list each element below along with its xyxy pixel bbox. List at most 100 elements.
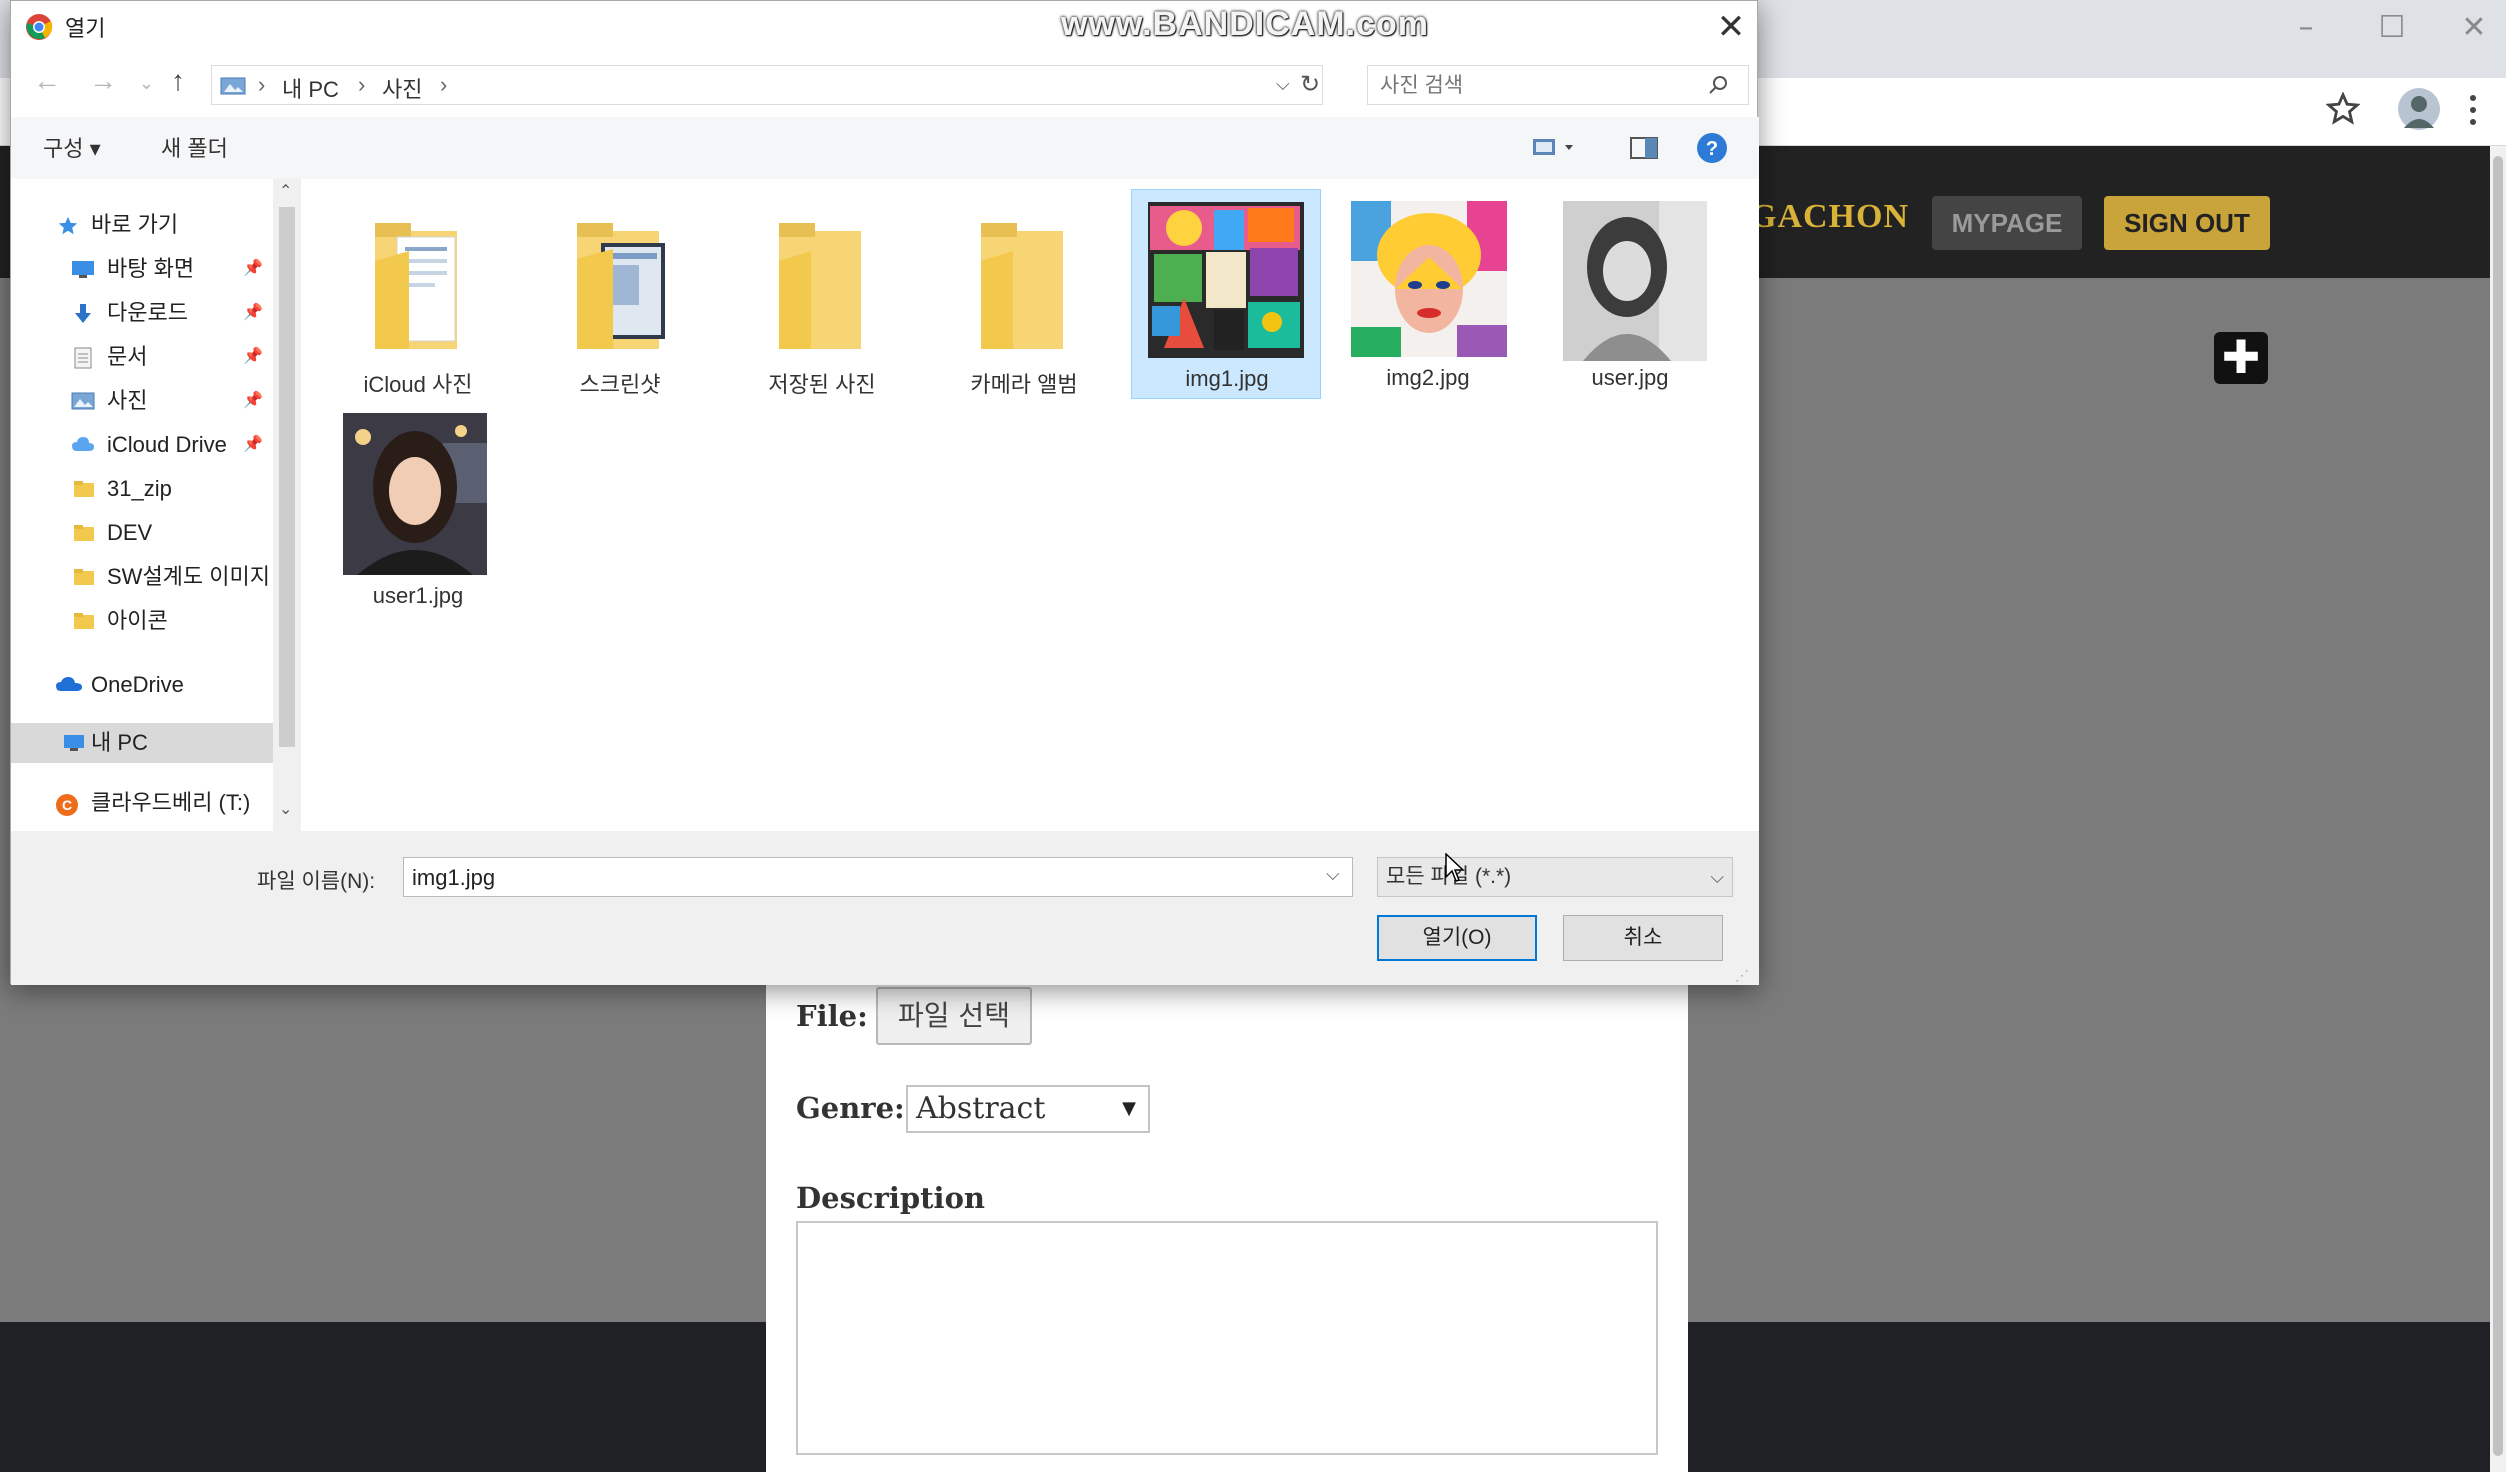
file-list: iCloud 사진 스크린샷 저장된 사진 카메라 앨범 img1.jpg im…	[301, 179, 1759, 831]
new-folder-button[interactable]: 새 폴더	[161, 131, 228, 163]
recent-locations-icon[interactable]: ⌄	[139, 73, 154, 94]
up-arrow-icon[interactable]: ↑	[171, 65, 185, 97]
maximize-window-button[interactable]: ☐	[2362, 8, 2422, 48]
file-item-user1[interactable]: user1.jpg	[323, 407, 513, 617]
genre-selected-value: Abstract	[916, 1091, 1046, 1126]
file-item-img1[interactable]: img1.jpg	[1131, 189, 1321, 399]
pictures-icon	[71, 391, 95, 411]
command-bar: 구성 ▾ 새 폴더 ?	[11, 117, 1759, 179]
nav-item-cloudberry-drive[interactable]: C 클라우드베리 (T:)	[11, 783, 273, 823]
file-name: iCloud 사진	[363, 372, 473, 397]
view-options-icon[interactable]	[1531, 135, 1579, 161]
file-item-user[interactable]: user.jpg	[1535, 189, 1725, 399]
minimize-window-button[interactable]: –	[2276, 8, 2336, 48]
dialog-footer: 파일 이름(N): ⌵ 모든 파일 (*.*) ⌵ 열기(O) 취소 ⋰	[11, 831, 1759, 985]
resize-grip-icon[interactable]: ⋰	[1735, 967, 1749, 984]
preview-pane-icon[interactable]	[1629, 135, 1659, 161]
refresh-icon[interactable]: ↻	[1300, 70, 1320, 99]
description-label: Description	[796, 1181, 985, 1215]
nav-pane-scrollbar[interactable]: ⌃ ⌄	[273, 179, 301, 831]
breadcrumb-pictures[interactable]: 사진	[382, 72, 422, 104]
desktop-icon	[71, 259, 94, 279]
nav-item-icons-folder[interactable]: 아이콘	[11, 601, 273, 641]
nav-item-quick-access[interactable]: 바로 가기	[11, 205, 273, 245]
nav-item-this-pc[interactable]: 내 PC	[11, 723, 273, 763]
add-artwork-button[interactable]: ✚	[2214, 332, 2268, 384]
chevron-down-icon[interactable]: ⌵	[1326, 864, 1340, 885]
file-name: user.jpg	[1591, 365, 1669, 390]
dropdown-arrow-icon: ▼	[1122, 1098, 1136, 1119]
nav-item-sw-design[interactable]: SW설계도 이미지	[11, 557, 273, 597]
genre-label: Genre:	[796, 1091, 905, 1125]
nav-item-label: 아이콘	[107, 608, 168, 633]
mypage-button[interactable]: MYPAGE	[1932, 196, 2082, 250]
nav-item-documents[interactable]: 문서 📌	[11, 337, 273, 377]
forward-arrow-icon[interactable]: →	[89, 65, 117, 97]
search-input[interactable]	[1378, 70, 1692, 102]
document-icon	[73, 347, 93, 369]
filename-input[interactable]	[410, 862, 1294, 894]
address-bar[interactable]: › 내 PC › 사진 › ⌵ ↻	[211, 65, 1323, 105]
folder-icon	[753, 201, 891, 359]
nav-item-label: 사진	[107, 388, 148, 413]
help-icon[interactable]: ?	[1695, 131, 1729, 165]
folder-icon	[73, 523, 94, 543]
dialog-close-button[interactable]: ✕	[1711, 7, 1751, 47]
organize-menu[interactable]: 구성 ▾	[43, 131, 101, 163]
nav-item-label: DEV	[107, 520, 153, 545]
bookmark-star-icon[interactable]	[2326, 92, 2360, 126]
file-name: 카메라 앨범	[970, 372, 1078, 397]
folder-docs-icon	[551, 201, 689, 359]
nav-item-label: 다운로드	[107, 300, 188, 325]
file-item-screenshots[interactable]: 스크린샷	[525, 191, 715, 401]
sign-out-button[interactable]: SIGN OUT	[2104, 196, 2270, 250]
address-dropdown-icon[interactable]: ⌵	[1276, 74, 1290, 95]
pin-icon: 📌	[243, 436, 263, 453]
nav-item-dev[interactable]: DEV	[11, 513, 273, 553]
page-scrollbar[interactable]	[2490, 146, 2506, 1472]
filename-combobox[interactable]: ⌵	[403, 857, 1353, 897]
search-box[interactable]	[1367, 65, 1749, 105]
open-button[interactable]: 열기(O)	[1377, 915, 1537, 961]
image-thumbnail	[1349, 197, 1509, 361]
nav-item-pictures[interactable]: 사진 📌	[11, 381, 273, 421]
file-item-camera-roll[interactable]: 카메라 앨범	[929, 191, 1119, 401]
cancel-button[interactable]: 취소	[1563, 915, 1723, 961]
folder-icon	[349, 201, 487, 359]
close-window-button[interactable]: ✕	[2444, 8, 2504, 48]
nav-item-label: iCloud Drive	[107, 432, 227, 457]
file-name: 저장된 사진	[768, 372, 876, 397]
description-textarea[interactable]	[796, 1221, 1658, 1455]
choose-file-button[interactable]: 파일 선택	[876, 987, 1032, 1045]
file-label: File:	[796, 999, 868, 1033]
image-thumbnail	[343, 413, 487, 575]
pictures-location-icon	[220, 76, 246, 96]
scroll-down-icon[interactable]: ⌄	[279, 799, 292, 819]
file-item-icloud-photos[interactable]: iCloud 사진	[323, 191, 513, 401]
nav-item-31-zip[interactable]: 31_zip	[11, 469, 273, 509]
download-icon	[73, 303, 93, 323]
nav-item-icloud-drive[interactable]: iCloud Drive 📌	[11, 425, 273, 465]
nav-item-desktop[interactable]: 바탕 화면 📌	[11, 249, 273, 289]
pin-icon: 📌	[243, 348, 263, 365]
file-name: img2.jpg	[1386, 365, 1470, 390]
site-brand[interactable]: GACHON	[1750, 198, 1909, 236]
file-item-saved-photos[interactable]: 저장된 사진	[727, 191, 917, 401]
back-arrow-icon[interactable]: ←	[33, 65, 61, 97]
nav-item-onedrive[interactable]: OneDrive	[11, 665, 273, 705]
nav-item-label: 문서	[107, 344, 148, 369]
genre-select[interactable]: Abstract ▼	[906, 1085, 1150, 1133]
file-item-img2[interactable]: img2.jpg	[1333, 189, 1523, 399]
drive-icon: C	[55, 793, 78, 816]
profile-avatar[interactable]	[2398, 88, 2440, 130]
breadcrumb-this-pc[interactable]: 내 PC	[282, 72, 339, 104]
browser-menu-icon[interactable]	[2466, 90, 2480, 130]
upload-form: File: 파일 선택 Genre: Abstract ▼ Descriptio…	[766, 975, 1688, 1472]
mouse-cursor-icon	[1445, 853, 1465, 883]
nav-item-downloads[interactable]: 다운로드 📌	[11, 293, 273, 333]
file-name: user1.jpg	[372, 583, 464, 608]
file-type-select[interactable]: 모든 파일 (*.*) ⌵	[1377, 857, 1733, 897]
scroll-up-icon[interactable]: ⌃	[279, 181, 292, 201]
folder-icon	[955, 201, 1093, 359]
image-thumbnail	[1563, 197, 1707, 361]
